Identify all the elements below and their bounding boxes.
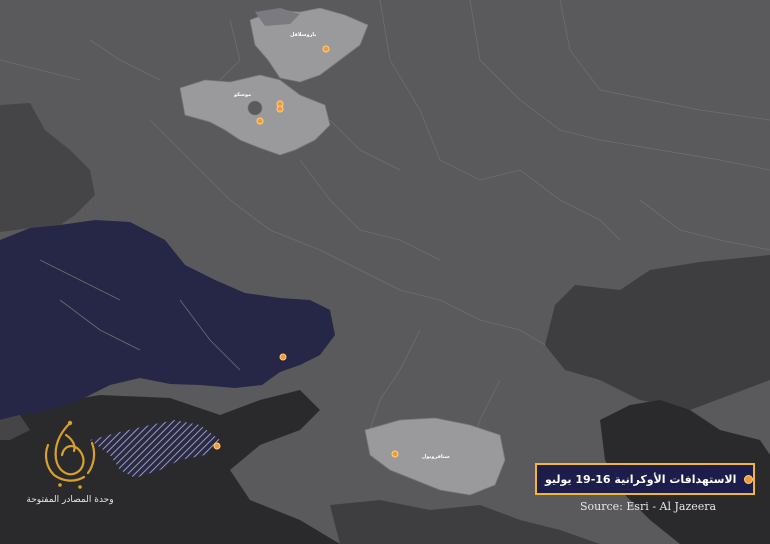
strike-marker [279, 353, 287, 361]
strike-marker [213, 442, 221, 450]
source-credit: Source: Esri - Al Jazeera [580, 500, 717, 513]
moscow-city [247, 100, 263, 116]
logo-caption: وحدة المصادر المفتوحة [26, 495, 114, 505]
place-label-stavropol: ستافروبول [422, 454, 450, 460]
legend-box: الاستهدافات الأوكرانية 16-19 يوليو [535, 463, 755, 495]
al-jazeera-logo-icon [44, 420, 96, 489]
strike-marker [276, 105, 284, 113]
place-label-moscow: موسكو [233, 92, 251, 98]
legend-label: الاستهدافات الأوكرانية 16-19 يوليو [545, 472, 737, 486]
map-canvas: ياروسلافل موسكو ستافروبول وحدة المصادر ا… [0, 0, 770, 544]
strike-marker [256, 117, 264, 125]
strike-marker [322, 45, 330, 53]
place-label-yaroslavl: ياروسلافل [290, 32, 316, 38]
al-jazeera-logo: وحدة المصادر المفتوحة [10, 415, 130, 515]
legend-marker-icon [744, 474, 754, 484]
strike-marker [391, 450, 399, 458]
